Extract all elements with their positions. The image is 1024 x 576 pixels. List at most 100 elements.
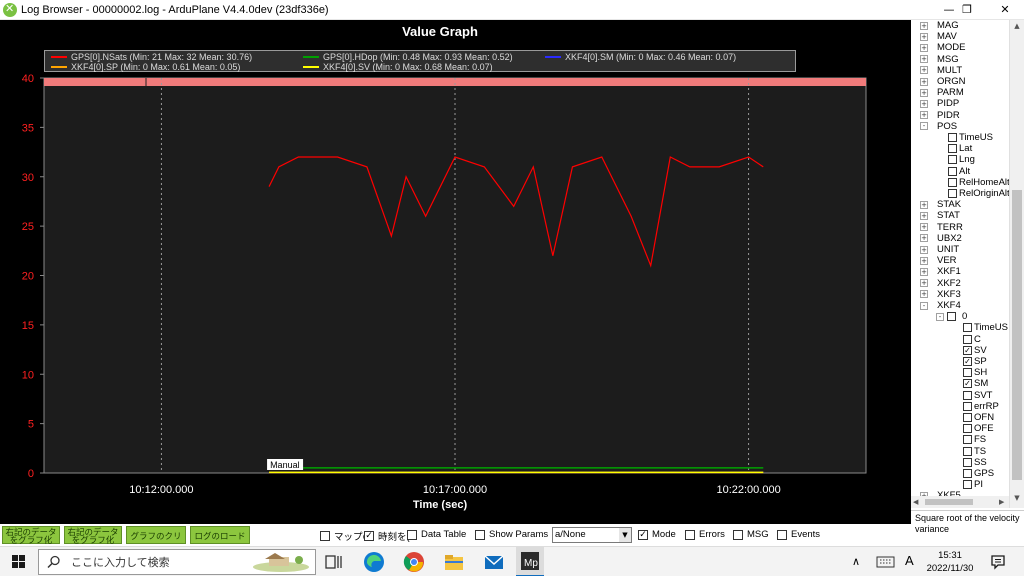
data-table-option[interactable]: Data Table bbox=[407, 529, 466, 540]
tree-item-checkbox[interactable] bbox=[948, 177, 957, 187]
msg-checkbox[interactable] bbox=[733, 529, 743, 540]
tree-item[interactable]: - POS bbox=[920, 121, 957, 132]
tree-item[interactable]: C bbox=[963, 334, 981, 345]
collapse-icon[interactable]: - bbox=[920, 122, 928, 131]
expand-icon[interactable]: + bbox=[920, 77, 928, 86]
tree-item[interactable]: RelHomeAlt bbox=[948, 177, 1010, 188]
legend-item-sp[interactable]: XKF4[0].SP (Min: 0 Max: 0.61 Mean: 0.05) bbox=[51, 61, 240, 72]
events-option[interactable]: Events bbox=[777, 529, 820, 540]
data-table-checkbox[interactable] bbox=[407, 529, 417, 540]
tree-item-checkbox[interactable] bbox=[963, 334, 972, 344]
tray-chevron-icon[interactable]: ∧ bbox=[852, 555, 860, 568]
tree-item[interactable]: + MAV bbox=[920, 31, 957, 42]
tree-item[interactable]: + UNIT bbox=[920, 244, 959, 255]
tree-item[interactable]: + XKF1 bbox=[920, 266, 961, 277]
time-option[interactable]: ✓ 時刻を( bbox=[364, 529, 410, 543]
field-tree[interactable]: + MAG + MAV + MODE + MSG + MULT + ORGN + PARM + PIDP + PI… bbox=[911, 20, 1024, 500]
expand-icon[interactable]: + bbox=[920, 234, 928, 243]
tree-item[interactable]: OFN bbox=[963, 412, 994, 423]
tree-item[interactable]: PI bbox=[963, 479, 983, 490]
tree-item[interactable]: GPS bbox=[963, 468, 994, 479]
value-graph[interactable]: 0 5 10 15 20 25 30 35 40 10:12:00.000 10:17:00.000… bbox=[0, 20, 911, 524]
tree-item[interactable]: + MSG bbox=[920, 54, 959, 65]
tree-item[interactable]: + UBX2 bbox=[920, 233, 962, 244]
show-params-option[interactable]: Show Params bbox=[475, 529, 548, 540]
tree-item[interactable]: TimeUS bbox=[948, 132, 993, 143]
tree-item[interactable]: + XKF3 bbox=[920, 289, 961, 300]
collapse-icon[interactable]: - bbox=[936, 312, 944, 321]
tree-item[interactable]: ✓ SP bbox=[963, 356, 987, 367]
tree-item-checkbox[interactable] bbox=[963, 413, 972, 422]
expand-icon[interactable]: + bbox=[920, 290, 928, 299]
collapse-icon[interactable]: - bbox=[920, 301, 928, 310]
task-view-icon[interactable] bbox=[322, 550, 346, 574]
graph-right-data-button[interactable]: 右記のデータをグラフ化 bbox=[2, 526, 60, 544]
time-checkbox[interactable]: ✓ bbox=[364, 531, 374, 541]
tree-item[interactable]: + MAG bbox=[920, 20, 959, 31]
clear-graph-button[interactable]: グラフのクリア bbox=[126, 526, 186, 557]
expand-icon[interactable]: + bbox=[920, 211, 928, 220]
graph-right-data-button-2[interactable]: 右記のデータをグラフ化 bbox=[64, 526, 122, 544]
mission-planner-task[interactable]: Mp bbox=[516, 547, 544, 576]
tree-item[interactable]: SVT bbox=[963, 390, 992, 401]
events-checkbox[interactable] bbox=[777, 529, 787, 540]
errors-option[interactable]: Errors bbox=[685, 529, 725, 540]
tree-item-checkbox[interactable] bbox=[963, 368, 972, 378]
tree-item-checkbox[interactable] bbox=[963, 390, 972, 400]
tree-item[interactable]: TimeUS bbox=[963, 322, 1008, 333]
mode-select[interactable]: a/None ▼ bbox=[552, 527, 632, 543]
tree-item-checkbox[interactable] bbox=[963, 480, 972, 490]
tree-item[interactable]: OFE bbox=[963, 423, 994, 434]
expand-icon[interactable]: + bbox=[920, 21, 928, 30]
tree-item-checkbox[interactable] bbox=[963, 401, 972, 411]
expand-icon[interactable]: + bbox=[920, 245, 928, 254]
tree-horizontal-scrollbar[interactable]: ◀ ▶ bbox=[911, 496, 1009, 508]
tree-item[interactable]: errRP bbox=[963, 401, 999, 412]
legend-item-sm[interactable]: XKF4[0].SM (Min: 0 Max: 0.46 Mean: 0.07) bbox=[545, 51, 736, 62]
tree-item-checkbox[interactable] bbox=[948, 144, 957, 154]
tree-item[interactable]: Lng bbox=[948, 154, 975, 165]
scroll-thumb[interactable] bbox=[1012, 190, 1022, 480]
expand-icon[interactable]: + bbox=[920, 32, 928, 41]
expand-icon[interactable]: + bbox=[920, 43, 928, 52]
start-button[interactable] bbox=[0, 547, 38, 576]
tree-item-checkbox[interactable] bbox=[963, 323, 972, 333]
tree-item[interactable]: + PIDR bbox=[920, 110, 960, 121]
legend-item-sv[interactable]: XKF4[0].SV (Min: 0 Max: 0.68 Mean: 0.07) bbox=[303, 61, 493, 72]
tree-item-checkbox[interactable] bbox=[948, 166, 957, 176]
tree-item-checkbox[interactable] bbox=[948, 155, 957, 165]
mail-icon[interactable] bbox=[482, 550, 506, 574]
tree-item[interactable]: TS bbox=[963, 446, 986, 457]
hscroll-thumb[interactable] bbox=[925, 499, 973, 505]
tree-item-checkbox[interactable] bbox=[963, 435, 972, 445]
tree-item[interactable]: Alt bbox=[948, 166, 970, 177]
edge-browser-icon[interactable] bbox=[362, 550, 386, 574]
taskbar-clock[interactable]: 15:31 2022/11/30 bbox=[918, 549, 982, 575]
expand-icon[interactable]: + bbox=[920, 111, 928, 120]
tree-item[interactable]: + MULT bbox=[920, 65, 962, 76]
tree-item-checkbox[interactable]: ✓ bbox=[963, 357, 972, 366]
tree-item[interactable]: - XKF4 bbox=[920, 300, 961, 311]
tree-item[interactable]: + STAK bbox=[920, 199, 961, 210]
tree-item-checkbox[interactable]: ✓ bbox=[963, 345, 972, 355]
tree-item[interactable]: + STAT bbox=[920, 210, 960, 221]
scroll-up-icon[interactable]: ▲ bbox=[1012, 22, 1022, 32]
tree-item-checkbox[interactable]: ✓ bbox=[963, 379, 972, 389]
map-checkbox[interactable] bbox=[320, 531, 330, 541]
scroll-left-icon[interactable]: ◀ bbox=[913, 498, 921, 506]
expand-icon[interactable]: + bbox=[920, 99, 928, 108]
errors-checkbox[interactable] bbox=[685, 529, 695, 540]
expand-icon[interactable]: + bbox=[920, 200, 928, 209]
tree-vertical-scrollbar[interactable]: ▲ ▼ bbox=[1009, 20, 1024, 508]
graph-plot[interactable]: 0 5 10 15 20 25 30 35 40 10:12:00.000 10:17:00.000… bbox=[0, 20, 911, 524]
tree-item-checkbox[interactable] bbox=[963, 446, 972, 456]
tree-item[interactable]: SH bbox=[963, 367, 987, 378]
scroll-down-icon[interactable]: ▼ bbox=[1012, 494, 1022, 504]
tree-item-checkbox[interactable] bbox=[963, 424, 972, 434]
file-explorer-icon[interactable] bbox=[442, 550, 466, 574]
tree-item-checkbox[interactable] bbox=[963, 469, 972, 478]
tree-item[interactable]: Lat bbox=[948, 143, 972, 154]
tree-item-checkbox[interactable] bbox=[948, 189, 957, 198]
show-params-checkbox[interactable] bbox=[475, 529, 485, 540]
expand-icon[interactable]: + bbox=[920, 55, 928, 64]
